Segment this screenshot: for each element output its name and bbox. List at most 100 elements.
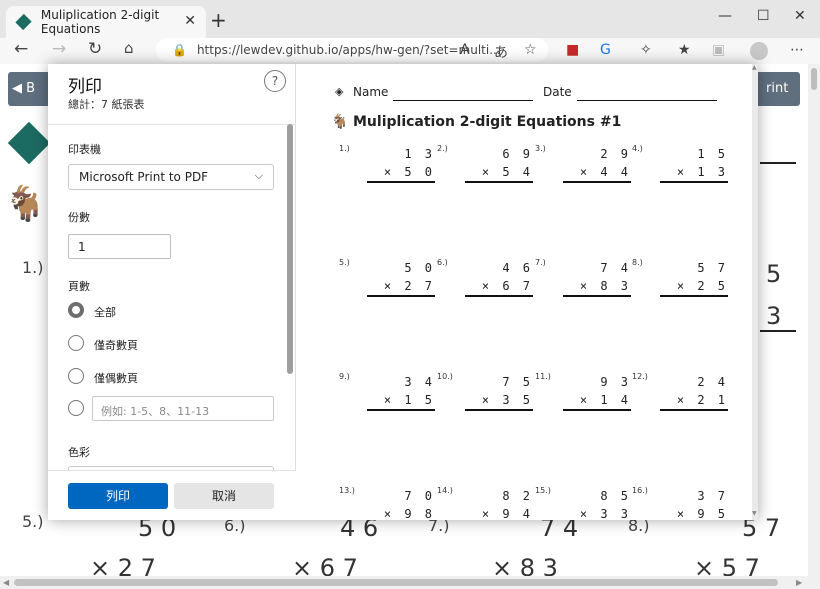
multiplicand: 6 9 (502, 147, 533, 161)
favorites-icon[interactable]: ★ (678, 42, 691, 58)
multiplier: × 2 7 (383, 279, 435, 293)
answer-line (465, 181, 533, 183)
divider (48, 124, 296, 125)
url-text: https://lewdev.github.io/apps/hw-gen/?se… (196, 43, 501, 57)
multiplicand: 3 4 (404, 375, 435, 389)
answer-line (563, 409, 631, 411)
problem-number: 16.) (632, 486, 648, 495)
multiplier: × 5 4 (481, 165, 533, 179)
scrollbar-thumb[interactable] (14, 579, 778, 586)
scrollbar-thumb[interactable] (811, 68, 817, 90)
multiplier: × 9 8 (383, 507, 435, 520)
copies-input[interactable]: 1 (68, 234, 171, 259)
preview-scrollbar[interactable]: ▲ ▼ (752, 64, 758, 520)
pages-label: 頁數 (68, 280, 90, 293)
problem-item: 1.) 1 3 × 5 0 (339, 144, 435, 184)
problem-number: 13.) (339, 486, 355, 495)
radio-odd-pages[interactable] (68, 335, 84, 351)
problem-item: 8.) 5 7 × 2 5 (632, 258, 728, 298)
problem-item: 13.) 7 0 × 9 8 (339, 486, 435, 520)
problem-number: 3.) (535, 144, 546, 153)
radio-label: 僅偶數頁 (94, 372, 138, 385)
dialog-footer: 列印 取消 (48, 470, 296, 520)
settings-scrollbar[interactable] (287, 124, 293, 374)
multiplier: × 3 3 (579, 507, 631, 520)
extension-red-icon[interactable]: ■ (566, 42, 579, 58)
scroll-left-icon[interactable]: ◀ (3, 578, 9, 587)
home-icon[interactable]: ⌂ (124, 39, 134, 57)
print-button[interactable]: 列印 (68, 483, 168, 509)
problem-number: 1.) (22, 258, 44, 277)
operand: × 5 7 (694, 554, 760, 576)
scroll-right-icon[interactable]: ▶ (796, 578, 802, 587)
problem-item: 9.) 3 4 × 1 5 (339, 372, 435, 412)
answer-line (660, 409, 728, 411)
page-vertical-scrollbar[interactable] (808, 64, 820, 576)
scroll-up-icon[interactable]: ▲ (752, 64, 757, 71)
name-line (393, 100, 533, 101)
digit: 5 (766, 260, 782, 288)
multiplier: × 2 1 (676, 393, 728, 407)
problem-number: 15.) (535, 486, 551, 495)
read-aloud-icon[interactable]: A (460, 42, 470, 58)
worksheet-title: Muliplication 2-digit Equations #1 (353, 114, 622, 130)
help-icon[interactable]: ? (264, 70, 286, 92)
print-page-button[interactable]: rint (756, 72, 800, 106)
address-bar[interactable]: 🔒 https://lewdev.github.io/apps/hw-gen/?… (156, 38, 548, 62)
translate-extension-icon[interactable]: G (600, 42, 611, 58)
dialog-title: 列印 (68, 77, 102, 97)
answer-line (367, 409, 435, 411)
problem-item: 4.) 1 5 × 1 3 (632, 144, 728, 184)
answer-line (367, 181, 435, 183)
multiplicand: 2 4 (697, 375, 728, 389)
date-label: Date (543, 85, 572, 99)
translate-icon[interactable]: あ (494, 42, 508, 62)
radio-custom-range[interactable] (68, 400, 84, 416)
back-page-button[interactable]: ◀ B (8, 72, 50, 106)
problem-item: 11.) 9 3 × 1 4 (535, 372, 631, 412)
problem-number: 4.) (632, 144, 643, 153)
problem-item: 10.) 7 5 × 3 5 (437, 372, 533, 412)
close-tab-icon[interactable]: ✕ (184, 13, 196, 29)
multiplicand: 3 7 (697, 489, 728, 503)
collections-icon[interactable]: ▣ (712, 42, 725, 58)
page-horizontal-scrollbar[interactable]: ◀ ▶ (0, 576, 820, 589)
problem-item: 6.) 4 6 × 6 7 (437, 258, 533, 298)
logo-icon: ◈ (335, 85, 344, 98)
multiplicand: 2 9 (600, 147, 631, 161)
color-label: 色彩 (68, 446, 90, 459)
add-favorite-icon[interactable]: ☆ (524, 42, 537, 58)
refresh-icon[interactable]: ↻ (88, 39, 102, 59)
browser-tab[interactable]: Muliplication 2-digit Equations ✕ (6, 6, 206, 38)
date-line (577, 100, 717, 101)
scroll-down-icon[interactable]: ▼ (752, 510, 757, 517)
multiplicand: 1 3 (404, 147, 435, 161)
problem-number: 10.) (437, 372, 453, 381)
profile-avatar[interactable] (750, 42, 768, 60)
more-menu-icon[interactable]: ⋯ (790, 42, 804, 58)
chevron-down-icon: ⌵ (254, 169, 263, 182)
radio-all-pages[interactable] (68, 302, 84, 318)
new-tab-icon[interactable]: + (210, 8, 227, 32)
radio-even-pages[interactable] (68, 368, 84, 384)
problem-number: 9.) (339, 372, 350, 381)
problem-number: 12.) (632, 372, 648, 381)
cancel-button[interactable]: 取消 (174, 483, 274, 509)
multiplicand: 7 5 (502, 375, 533, 389)
printer-select[interactable]: Microsoft Print to PDF ⌵ (68, 164, 274, 190)
sheet-count: 總計：7 紙張表 (68, 98, 145, 111)
forward-icon[interactable]: → (52, 39, 66, 59)
extensions-icon[interactable]: ✧ (640, 42, 652, 58)
answer-line (563, 295, 631, 297)
radio-label: 全部 (94, 306, 116, 319)
problem-item: 15.) 8 5 × 3 3 (535, 486, 631, 520)
minimize-icon[interactable]: — (718, 8, 732, 24)
back-icon[interactable]: ← (14, 39, 28, 59)
multiplier: × 2 5 (676, 279, 728, 293)
page-range-input[interactable]: 例如: 1-5、8、11-13 (92, 396, 274, 421)
close-window-icon[interactable]: ✕ (794, 8, 806, 24)
maximize-icon[interactable]: ☐ (757, 8, 770, 24)
operand: × 8 3 (492, 554, 558, 576)
multiplicand: 8 5 (600, 489, 631, 503)
multiplier: × 8 3 (579, 279, 631, 293)
